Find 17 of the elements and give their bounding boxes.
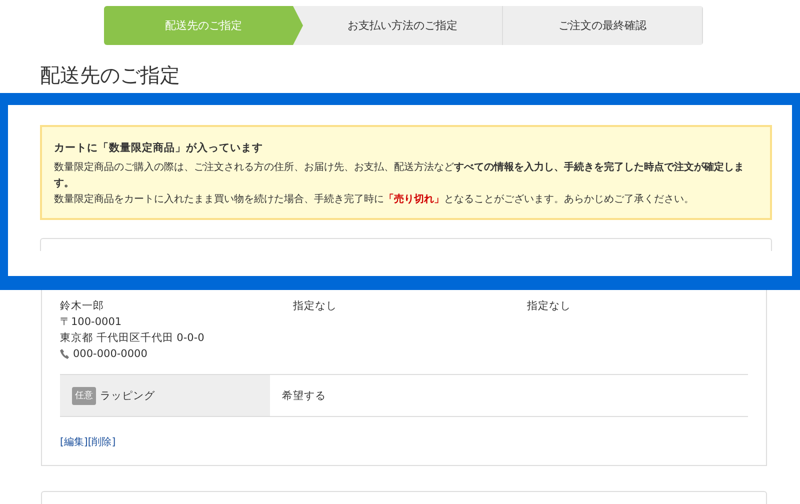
edit-link[interactable]: [編集]: [60, 435, 88, 451]
option-label: ラッピング: [100, 388, 155, 404]
notice-text: 数量限定商品のご購入の際は、ご注文される方の住所、お届け先、お支払、配送方法などすべての情報を入力し、手続きを完了した時点で注文が確定します。: [54, 160, 745, 191]
notice-text: 数量限定商品をカートに入れたまま買い物を続けた場合、手続き完了時に「売り切れ」となることがございます。あらかじめご了承ください。: [54, 192, 695, 207]
table-cell-text: 指定なし: [293, 299, 338, 314]
postal-code: 〒100-0001: [60, 315, 123, 330]
table-cell-text: 指定なし: [527, 299, 572, 314]
notice-title: カートに「数量限定商品」が入っています: [54, 140, 264, 156]
page-heading: 配送先のご指定: [40, 62, 181, 89]
recipient-name: 鈴木一郎: [60, 299, 105, 314]
optional-badge: 任意: [72, 386, 96, 404]
progress-step: 配送先のご指定: [104, 6, 303, 45]
option-value: 希望する: [282, 388, 326, 404]
street-address: 東京都 千代田区千代田 0-0-0: [60, 331, 206, 346]
phone-icon: [60, 349, 69, 359]
delete-link[interactable]: [削除]: [88, 435, 116, 451]
phone-number: 000-000-0000: [73, 347, 148, 362]
